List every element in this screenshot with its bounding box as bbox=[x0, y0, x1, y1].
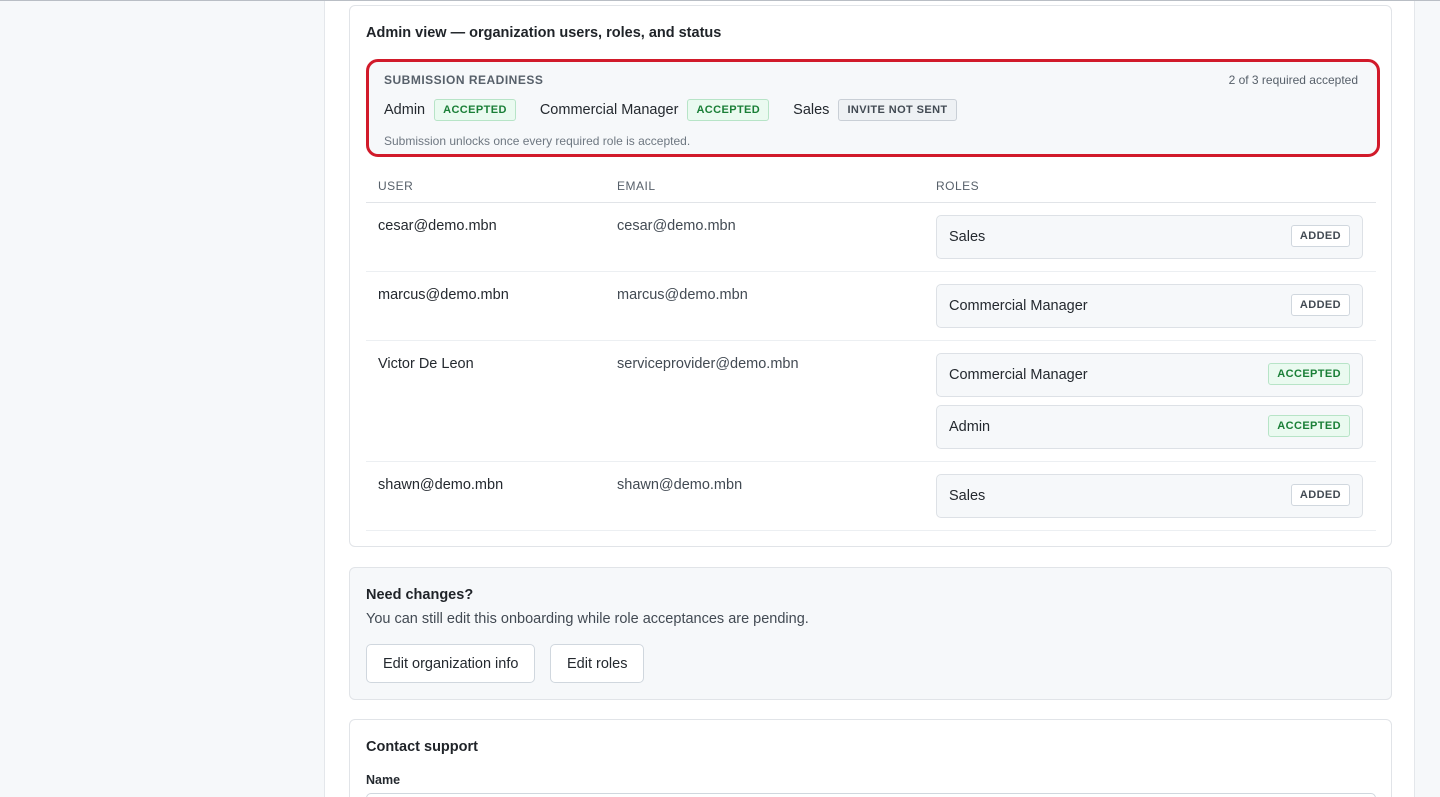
admin-view-title: Admin view — organization users, roles, … bbox=[366, 25, 722, 41]
status-badge: ACCEPTED bbox=[1268, 363, 1350, 385]
admin-view-card: Admin view — organization users, roles, … bbox=[349, 5, 1392, 547]
readiness-role-name: Admin bbox=[384, 102, 426, 118]
contact-support-title: Contact support bbox=[366, 739, 478, 755]
role-chip: Commercial Manager ADDED bbox=[936, 284, 1363, 328]
readiness-role-admin: Admin ACCEPTED bbox=[384, 99, 516, 121]
submission-readiness-panel: SUBMISSION READINESS 2 of 3 required acc… bbox=[366, 59, 1380, 157]
role-chip: Commercial Manager ACCEPTED bbox=[936, 353, 1363, 397]
email-cell: shawn@demo.mbn bbox=[617, 477, 743, 493]
users-table-header: USER EMAIL ROLES bbox=[366, 176, 1376, 203]
status-badge: ADDED bbox=[1290, 484, 1350, 506]
need-changes-card: Need changes? You can still edit this on… bbox=[349, 567, 1392, 700]
user-cell: cesar@demo.mbn bbox=[378, 218, 497, 234]
email-cell: marcus@demo.mbn bbox=[617, 287, 748, 303]
readiness-role-sales: Sales INVITE NOT SENT bbox=[793, 99, 957, 121]
status-badge: INVITE NOT SENT bbox=[838, 99, 957, 121]
readiness-role-name: Commercial Manager bbox=[539, 102, 679, 118]
email-cell: cesar@demo.mbn bbox=[617, 218, 736, 234]
column-header-user: USER bbox=[378, 179, 414, 193]
role-chip: Sales ADDED bbox=[936, 215, 1363, 259]
readiness-role-commercial-manager: Commercial Manager ACCEPTED bbox=[539, 99, 770, 121]
status-badge: ADDED bbox=[1290, 225, 1350, 247]
table-row: cesar@demo.mbn cesar@demo.mbn Sales ADDE… bbox=[366, 203, 1376, 272]
table-row: Victor De Leon serviceprovider@demo.mbn … bbox=[366, 341, 1376, 462]
readiness-title: SUBMISSION READINESS bbox=[384, 73, 544, 87]
edit-roles-button[interactable]: Edit roles bbox=[550, 644, 645, 683]
role-chip: Sales ADDED bbox=[936, 474, 1363, 518]
name-field[interactable] bbox=[366, 793, 1376, 797]
status-badge: ACCEPTED bbox=[434, 99, 516, 121]
readiness-roles: Admin ACCEPTED Commercial Manager ACCEPT… bbox=[384, 99, 981, 121]
column-header-roles: ROLES bbox=[936, 179, 980, 193]
role-chip: Admin ACCEPTED bbox=[936, 405, 1363, 449]
user-cell: Victor De Leon bbox=[378, 356, 474, 372]
role-name: Sales bbox=[949, 488, 986, 504]
status-badge: ACCEPTED bbox=[687, 99, 770, 121]
role-name: Admin bbox=[949, 419, 991, 435]
user-cell: shawn@demo.mbn bbox=[378, 477, 504, 493]
status-badge: ADDED bbox=[1290, 294, 1350, 316]
column-header-email: EMAIL bbox=[617, 179, 656, 193]
readiness-note: Submission unlocks once every required r… bbox=[384, 134, 691, 148]
main-content: Admin view — organization users, roles, … bbox=[324, 1, 1415, 797]
readiness-role-name: Sales bbox=[793, 102, 830, 118]
readiness-count: 2 of 3 required accepted bbox=[1228, 73, 1358, 87]
contact-support-card: Contact support Name bbox=[349, 719, 1392, 797]
role-name: Commercial Manager bbox=[949, 298, 1088, 314]
edit-organization-info-button[interactable]: Edit organization info bbox=[366, 644, 536, 683]
role-name: Sales bbox=[949, 229, 986, 245]
user-cell: marcus@demo.mbn bbox=[378, 287, 509, 303]
need-changes-description: You can still edit this onboarding while… bbox=[366, 611, 809, 627]
table-row: marcus@demo.mbn marcus@demo.mbn Commerci… bbox=[366, 272, 1376, 341]
status-badge: ACCEPTED bbox=[1268, 415, 1350, 437]
name-field-label: Name bbox=[366, 773, 401, 787]
table-row: shawn@demo.mbn shawn@demo.mbn Sales ADDE… bbox=[366, 462, 1376, 531]
role-name: Commercial Manager bbox=[949, 367, 1088, 383]
need-changes-title: Need changes? bbox=[366, 587, 474, 603]
email-cell: serviceprovider@demo.mbn bbox=[617, 356, 799, 372]
